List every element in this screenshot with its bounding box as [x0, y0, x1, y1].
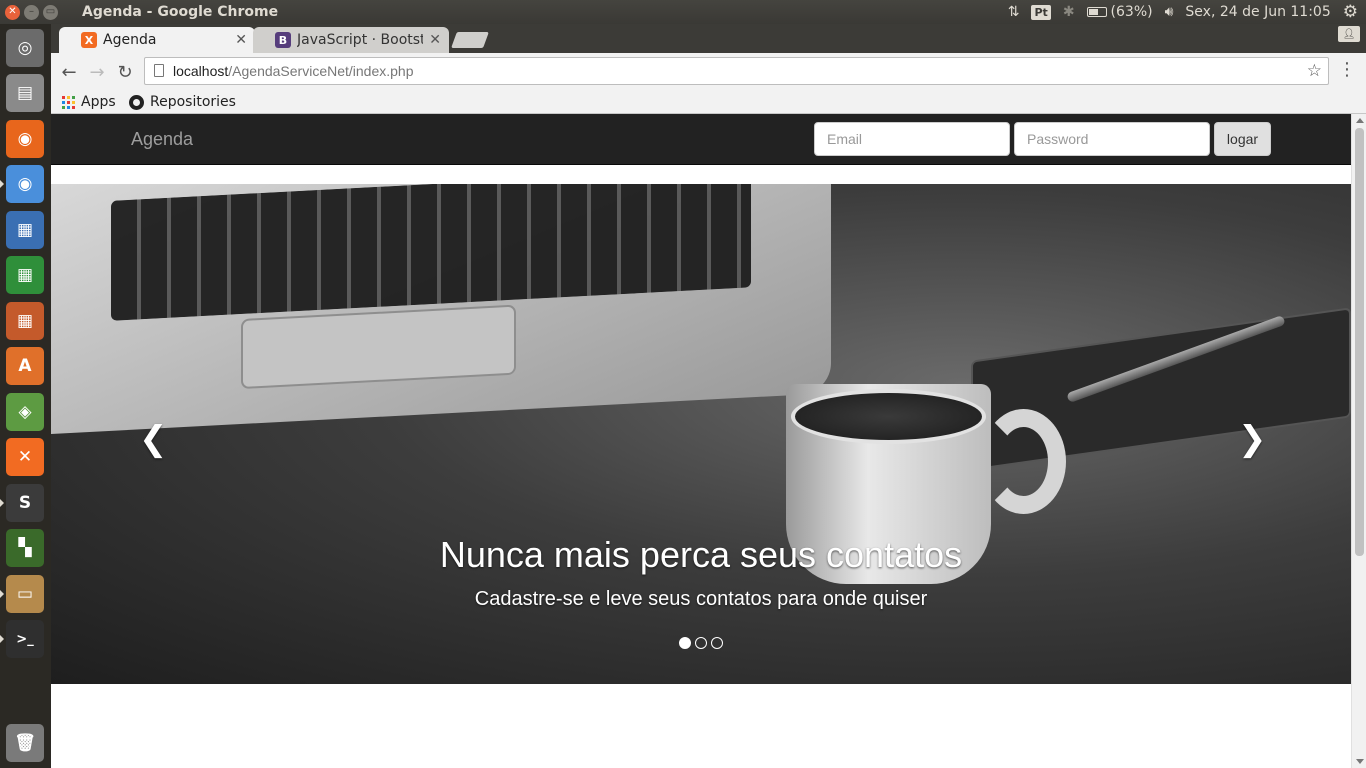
xampp-favicon-icon: X	[81, 32, 97, 48]
tab-title: Agenda	[103, 32, 157, 48]
github-icon	[129, 94, 144, 110]
email-field[interactable]	[814, 122, 1010, 156]
impress-icon[interactable]: ▦	[6, 302, 44, 340]
running-app-indicator	[0, 635, 4, 643]
dash-icon[interactable]: ◎	[6, 29, 44, 67]
carousel-indicator-dot[interactable]	[711, 637, 723, 649]
running-app-indicator	[0, 590, 4, 598]
carousel-caption-text: Cadastre-se e leve seus contatos para on…	[474, 588, 928, 610]
carousel-prev-icon[interactable]: ❮	[139, 419, 168, 459]
site-navbar: Agenda logar	[51, 114, 1351, 165]
battery-icon	[1086, 7, 1107, 17]
files-icon[interactable]: ▤	[6, 74, 44, 112]
url-host: localhost	[173, 63, 229, 79]
url-text[interactable]: localhost/AgendaServiceNet/index.php	[173, 63, 414, 79]
trash-icon[interactable]: 🗑	[6, 724, 44, 762]
mug-handle-photo-shape	[981, 409, 1066, 514]
carousel-caption-title: Nunca mais perca seus contatos	[439, 534, 963, 575]
window-close-button[interactable]: ✕	[5, 4, 20, 20]
favicon-glyph: B	[278, 33, 288, 47]
chrome-icon[interactable]: ◉	[6, 165, 44, 203]
tab-agenda[interactable]: X Agenda ✕	[59, 27, 255, 53]
web-page: Agenda logar ❮ ❯ Nunca mais perca seus c…	[51, 114, 1351, 768]
navbar-brand[interactable]: Agenda	[131, 129, 193, 150]
xampp-icon[interactable]: ✕	[6, 438, 44, 476]
scrollbar-thumb[interactable]	[1355, 128, 1364, 556]
address-bar[interactable]: localhost/AgendaServiceNet/index.php ☆	[144, 57, 1329, 85]
forward-arrow-icon[interactable]: →	[84, 59, 110, 85]
system-indicators: ⇅ Pt ✱ (63%) 🔊︎ Sex, 24 de Jun 11:05 ⚙	[1008, 0, 1366, 24]
unity-launcher: ◎ ▤ ◉ ◉ ▦ ▦ ▦ A ◈ ✕ S ▚ ▭ >_ 🗑	[0, 24, 51, 768]
running-app-indicator	[0, 499, 4, 507]
battery-indicator[interactable]: (63%)	[1086, 4, 1153, 20]
settings-gear-icon[interactable]: ⚙	[1343, 2, 1358, 22]
hero-carousel: ❮ ❯ Nunca mais perca seus contatos Cadas…	[51, 184, 1351, 684]
tab-close-icon[interactable]: ✕	[235, 32, 247, 48]
firefox-icon[interactable]: ◉	[6, 120, 44, 158]
tab-bootstrap[interactable]: B JavaScript · Bootstrap ✕	[253, 27, 449, 53]
battery-percent-text: (63%)	[1110, 4, 1153, 20]
page-scrollbar[interactable]	[1351, 114, 1366, 768]
bootstrap-favicon-icon: B	[275, 32, 291, 48]
keyboard-photo-shape	[111, 184, 751, 321]
bookmark-apps[interactable]: Apps	[62, 92, 116, 112]
terminal-icon[interactable]: >_	[6, 620, 44, 658]
trackpad-photo-shape	[241, 304, 516, 390]
coffee-photo-shape	[791, 389, 986, 444]
window-controls: ✕ – ▭	[5, 4, 58, 20]
scroll-up-arrow-icon[interactable]	[1356, 118, 1364, 123]
network-transfer-icon[interactable]: ⇅	[1008, 4, 1020, 20]
bluetooth-icon[interactable]: ✱	[1063, 4, 1075, 20]
favicon-glyph: X	[84, 33, 94, 47]
window-maximize-button[interactable]: ▭	[43, 4, 58, 20]
bookmark-star-icon[interactable]: ☆	[1307, 61, 1322, 81]
datetime-indicator[interactable]: Sex, 24 de Jun 11:05	[1185, 4, 1330, 20]
profile-icon[interactable]: 👤︎	[1338, 26, 1360, 42]
carousel-indicator-dot[interactable]	[695, 637, 707, 649]
keyboard-layout-indicator[interactable]: Pt	[1031, 4, 1051, 20]
software-center-icon[interactable]: A	[6, 347, 44, 385]
sublime-text-icon[interactable]: S	[6, 484, 44, 522]
login-button[interactable]: logar	[1214, 122, 1271, 156]
carousel-next-icon[interactable]: ❯	[1238, 419, 1267, 459]
bookmarks-bar: Apps Repositories	[51, 90, 1366, 114]
carousel-indicator-dot[interactable]	[679, 637, 691, 649]
apps-grid-icon	[62, 95, 75, 109]
chrome-menu-icon[interactable]: ⋮	[1338, 61, 1356, 79]
window-title: Agenda - Google Chrome	[82, 4, 279, 20]
volume-icon[interactable]: 🔊︎	[1165, 4, 1174, 20]
laptop-photo-shape	[51, 184, 831, 434]
calc-icon[interactable]: ▦	[6, 256, 44, 294]
windows-app-icon[interactable]: ▚	[6, 529, 44, 567]
bookmark-label: Apps	[81, 94, 116, 110]
battery-level-fill	[1088, 9, 1098, 15]
archive-icon[interactable]: ▭	[6, 575, 44, 613]
window-minimize-button[interactable]: –	[24, 4, 39, 20]
ubuntu-top-panel: ✕ – ▭ Agenda - Google Chrome ⇅ Pt ✱ (63%…	[0, 0, 1366, 24]
bookmark-label: Repositories	[150, 94, 236, 110]
reload-icon[interactable]: ↻	[112, 59, 138, 85]
android-studio-icon[interactable]: ◈	[6, 393, 44, 431]
url-path: /AgendaServiceNet/index.php	[228, 63, 414, 79]
tab-close-icon[interactable]: ✕	[429, 32, 441, 48]
writer-icon[interactable]: ▦	[6, 211, 44, 249]
running-app-indicator	[0, 180, 4, 188]
new-tab-button[interactable]	[451, 32, 489, 48]
bookmark-repositories[interactable]: Repositories	[129, 92, 236, 112]
chrome-window: X Agenda ✕ B JavaScript · Bootstrap ✕ 👤︎…	[51, 24, 1366, 768]
scroll-down-arrow-icon[interactable]	[1356, 759, 1364, 764]
browser-toolbar: ← → ↻ localhost/AgendaServiceNet/index.p…	[51, 53, 1366, 90]
carousel-indicators	[679, 637, 723, 649]
back-arrow-icon[interactable]: ←	[56, 59, 82, 85]
tab-title: JavaScript · Bootstrap	[297, 32, 423, 48]
password-field[interactable]	[1014, 122, 1210, 156]
page-info-icon[interactable]	[154, 64, 164, 77]
tab-strip: X Agenda ✕ B JavaScript · Bootstrap ✕ 👤︎	[51, 24, 1366, 53]
